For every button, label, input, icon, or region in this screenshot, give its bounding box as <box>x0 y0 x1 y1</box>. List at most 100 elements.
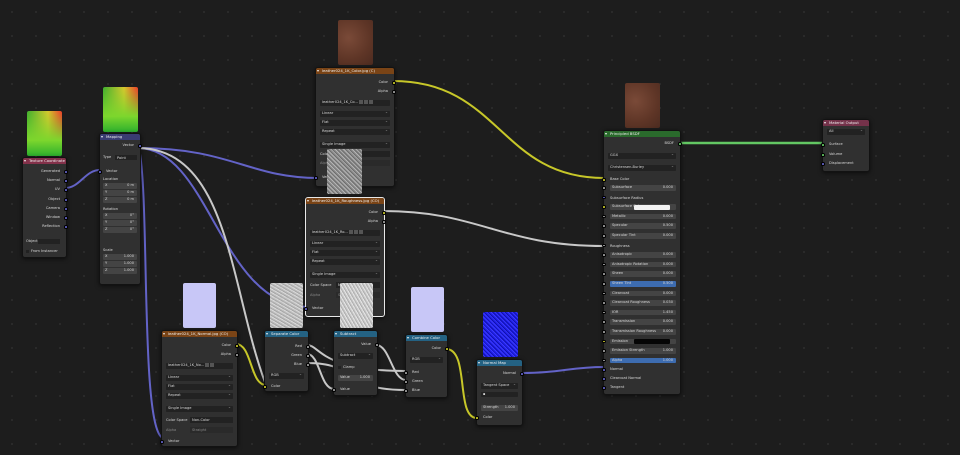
normaltex-proj-dropdown[interactable]: Flat <box>166 384 233 390</box>
mapping-rotation-y[interactable]: Y 0° <box>103 220 137 226</box>
separate-socket-red[interactable] <box>306 345 310 349</box>
subsurface-color-swatch[interactable] <box>634 204 670 210</box>
bsdf-input-subsurface[interactable]: Subsurface 0.000 <box>610 185 676 191</box>
combine-socket-blue[interactable] <box>404 389 408 393</box>
colortex-socket-color[interactable] <box>392 81 396 85</box>
colortex-image-selector[interactable]: leather024_1K_Co... <box>320 100 390 106</box>
roughtex-ext-dropdown[interactable]: Repeat <box>310 259 380 265</box>
mapping-type-dropdown[interactable]: Point <box>115 154 137 160</box>
bsdf-socket-clearcoat-roughness[interactable] <box>602 301 606 305</box>
bsdf-socket-sheen[interactable] <box>602 272 606 276</box>
subtract-value-slider[interactable]: Value 1.000 <box>338 375 373 381</box>
roughtex-socket-vector[interactable] <box>304 307 308 311</box>
bsdf-input-subsurface-radius[interactable]: Subsurface Radius <box>604 195 680 201</box>
output-target-dropdown[interactable]: All <box>827 129 865 135</box>
normaltex-alpha-dropdown[interactable]: Straight <box>190 427 233 433</box>
bsdf-input-metallic[interactable]: Metallic 0.000 <box>610 213 676 220</box>
mapping-socket-out[interactable] <box>138 144 142 148</box>
bsdf-socket-sheen-tint[interactable] <box>602 282 606 286</box>
separate-socket-green[interactable] <box>306 354 310 358</box>
bsdf-socket-basecolor[interactable] <box>602 178 606 182</box>
bsdf-input-roughness[interactable]: Roughness <box>604 243 680 249</box>
normaltex-socket-color[interactable] <box>235 344 239 348</box>
normalmap-strength-slider[interactable]: Strength 1.000 <box>481 405 518 411</box>
bsdf-socket-clearcoat[interactable] <box>602 291 606 296</box>
mapping-rotation-z[interactable]: Z 0° <box>103 227 137 233</box>
subtract-clamp-checkbox[interactable]: Clamp <box>338 364 355 370</box>
separate-node[interactable]: Separate Color Red Green Blue RGB Color <box>263 330 310 392</box>
combine-socket-green[interactable] <box>404 380 408 384</box>
emission-color-swatch[interactable] <box>634 339 670 345</box>
bsdf-input-sheen-tint[interactable]: Sheen Tint 0.500 <box>610 281 676 287</box>
output-socket-displacement[interactable] <box>821 162 825 166</box>
normalmap-node[interactable]: Normal Map Normal Tangent Space ▪ Streng… <box>475 359 524 426</box>
subtract-op-dropdown[interactable]: Subtract <box>338 353 373 359</box>
normaltex-socket-alpha[interactable] <box>235 353 239 357</box>
bsdf-node[interactable]: Principled BSDF BSDF GGX Christensen-Bur… <box>602 130 682 395</box>
texcoord-socket-reflection[interactable] <box>64 225 68 229</box>
texcoord-socket-uv[interactable] <box>64 188 68 192</box>
bsdf-socket-transmission[interactable] <box>602 320 606 324</box>
mapping-location-y[interactable]: Y0 m <box>103 190 137 196</box>
bsdf-input-specular-tint[interactable]: Specular Tint 0.000 <box>610 233 676 239</box>
combine-socket-red[interactable] <box>404 371 408 375</box>
mapping-location-z[interactable]: Z0 m <box>103 197 137 203</box>
texcoord-socket-camera[interactable] <box>64 207 68 211</box>
object-picker-field[interactable] <box>38 238 60 244</box>
normaltex-node[interactable]: leather024_1K_Normal.jpg (CO) Color Alph… <box>160 330 239 447</box>
bsdf-input-anisotropic[interactable]: Anisotropic 0.000 <box>610 252 676 258</box>
bsdf-socket-specular[interactable] <box>602 224 606 228</box>
roughtex-socket-color[interactable] <box>382 211 386 215</box>
combine-socket-out[interactable] <box>445 347 449 351</box>
combine-node[interactable]: Combine Color Color RGB Red Green Blue <box>404 334 449 398</box>
mapping-rotation-x[interactable]: X 0° <box>103 213 137 219</box>
bsdf-socket-subsurface-color[interactable] <box>602 205 606 209</box>
bsdf-input-clearcoat[interactable]: Clearcoat 0.000 <box>610 290 676 297</box>
subtract-socket-in[interactable] <box>332 388 336 392</box>
bsdf-socket-emission[interactable] <box>602 339 606 344</box>
bsdf-socket-transmission-roughness[interactable] <box>602 330 606 334</box>
normaltex-colorspace-dropdown[interactable]: Non-Color <box>190 417 233 423</box>
bsdf-socket-anisotropic-rotation[interactable] <box>602 262 606 267</box>
roughtex-interp-dropdown[interactable]: Linear <box>310 241 380 247</box>
colortex-socket-vector[interactable] <box>314 176 318 180</box>
bsdf-socket-emission-strength[interactable] <box>602 349 606 353</box>
mapping-scale-y[interactable]: Y 1.000 <box>103 261 137 267</box>
bsdf-socket-metallic[interactable] <box>602 214 606 219</box>
bsdf-socket-clearcoat-normal[interactable] <box>602 377 606 381</box>
bsdf-socket-out[interactable] <box>678 142 682 146</box>
mapping-location-x[interactable]: X0 m <box>103 183 137 189</box>
bsdf-input-emission[interactable]: Emission <box>610 338 676 345</box>
bsdf-input-ior[interactable]: IOR 1.450 <box>610 309 676 316</box>
texcoord-socket-object[interactable] <box>64 198 68 202</box>
colortex-ext-dropdown[interactable]: Repeat <box>320 129 390 135</box>
node-editor-canvas[interactable]: Texture Coordinate Generated Normal UV O… <box>0 0 960 455</box>
bsdf-socket-alpha[interactable] <box>602 358 606 363</box>
texcoord-socket-window[interactable] <box>64 216 68 220</box>
combine-mode-dropdown[interactable]: RGB <box>410 357 443 363</box>
bsdf-input-anisotropic-rotation[interactable]: Anisotropic Rotation 0.000 <box>610 261 676 268</box>
normalmap-socket-color[interactable] <box>475 416 479 420</box>
mapping-node[interactable]: Mapping Vector TypePoint Vector Location… <box>98 133 142 285</box>
mapping-scale-x[interactable]: X 1.000 <box>103 254 137 260</box>
bsdf-input-clearcoat-roughness[interactable]: Clearcoat Roughness 0.030 <box>610 300 676 306</box>
bsdf-socket-roughness[interactable] <box>602 243 606 248</box>
output-socket-surface[interactable] <box>821 143 825 147</box>
bsdf-socket-anisotropic[interactable] <box>602 253 606 257</box>
colortex-socket-alpha[interactable] <box>392 90 396 94</box>
bsdf-socket-subsurface-radius[interactable] <box>602 195 606 200</box>
separate-socket-color-in[interactable] <box>263 385 267 389</box>
normalmap-socket-out[interactable] <box>520 372 524 376</box>
normaltex-interp-dropdown[interactable]: Linear <box>166 375 233 381</box>
subtract-socket-out[interactable] <box>375 343 379 347</box>
bsdf-distribution-dropdown[interactable]: GGX <box>608 153 676 159</box>
normaltex-image-selector[interactable]: leather024_1K_No... <box>166 363 233 369</box>
separate-socket-blue[interactable] <box>306 363 310 367</box>
normalmap-space-dropdown[interactable]: Tangent Space <box>481 383 518 389</box>
bsdf-input-sheen[interactable]: Sheen 0.000 <box>610 271 676 277</box>
normaltex-ext-dropdown[interactable]: Repeat <box>166 393 233 399</box>
material-output-node[interactable]: Material Output All Surface Volume Displ… <box>821 119 870 172</box>
normaltex-socket-vector[interactable] <box>160 440 164 444</box>
bsdf-socket-ior[interactable] <box>602 310 606 315</box>
roughtex-source-dropdown[interactable]: Single Image <box>310 272 380 278</box>
